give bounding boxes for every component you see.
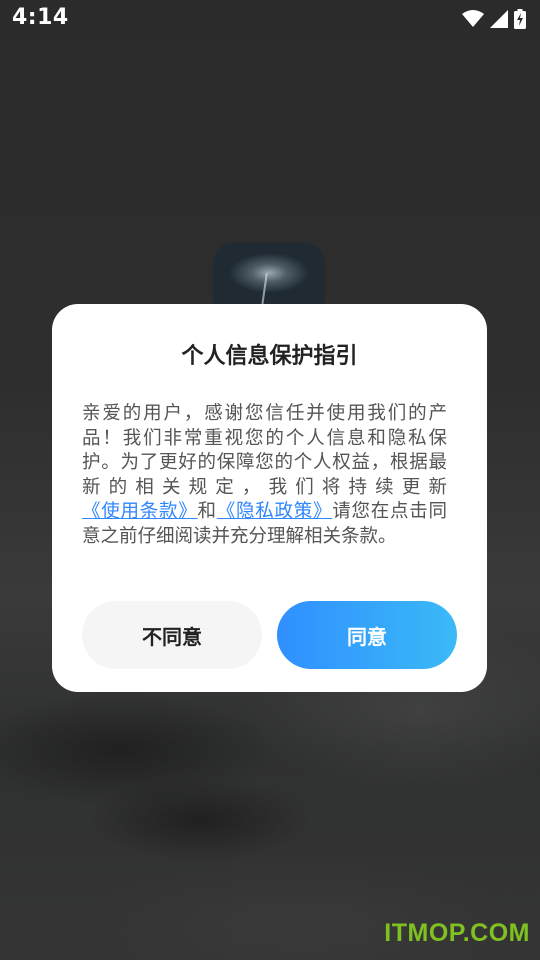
and-text: 和 [197,501,217,522]
terms-link[interactable]: 《使用条款》 [82,501,197,522]
body-text-part1: 亲爱的用户，感谢您信任并使用我们的产品！我们非常重视您的个人信息和隐私保护。为了… [82,403,447,498]
battery-charging-icon [514,9,526,29]
screen: 4:14 个人信息保护指引 亲爱的用户，感谢您信任并使用我们的产品！我们非常重视… [0,0,540,960]
signal-icon [490,10,508,28]
privacy-policy-link[interactable]: 《隐私政策》 [217,501,332,522]
agree-button[interactable]: 同意 [277,601,457,669]
status-bar: 4:14 [0,0,540,38]
watermark: ITMOP.COM [384,919,530,947]
wifi-icon [462,10,484,27]
status-icons [462,8,526,30]
privacy-dialog: 个人信息保护指引 亲爱的用户，感谢您信任并使用我们的产品！我们非常重视您的个人信… [52,304,487,692]
status-time: 4:14 [12,5,69,30]
disagree-button[interactable]: 不同意 [82,601,262,669]
dialog-body: 亲爱的用户，感谢您信任并使用我们的产品！我们非常重视您的个人信息和隐私保护。为了… [82,402,447,549]
dialog-title: 个人信息保护指引 [181,344,358,369]
